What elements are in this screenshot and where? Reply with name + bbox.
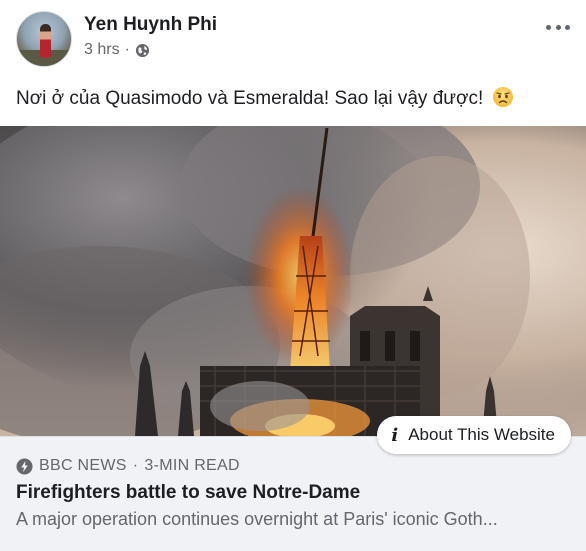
avatar-figure xyxy=(40,24,51,58)
post-header: Yen Huynh Phi 3 hrs · xyxy=(0,0,586,78)
link-preview-image[interactable] xyxy=(0,126,586,436)
avatar[interactable] xyxy=(16,11,72,67)
globe-icon[interactable] xyxy=(135,43,150,58)
post-text-content: Nơi ở của Quasimodo và Esmeralda! Sao lạ… xyxy=(16,88,484,109)
link-source: BBC NEWS xyxy=(39,457,127,474)
link-source-row: BBC NEWS · 3-MIN READ xyxy=(16,457,240,475)
author-name[interactable]: Yen Huynh Phi xyxy=(84,14,217,36)
more-options-icon[interactable] xyxy=(546,20,570,34)
about-website-button[interactable]: i About This Website xyxy=(377,416,571,454)
meta-separator: · xyxy=(124,41,130,58)
lightning-icon xyxy=(16,457,33,475)
link-title[interactable]: Firefighters battle to save Notre-Dame xyxy=(16,482,360,504)
post-text: Nơi ở của Quasimodo và Esmeralda! Sao lạ… xyxy=(16,86,576,112)
more-dot xyxy=(565,24,570,30)
link-read-time: 3-MIN READ xyxy=(144,457,240,474)
post-time[interactable]: 3 hrs xyxy=(84,41,120,59)
link-source-separator: · xyxy=(132,457,139,474)
post-meta: 3 hrs · xyxy=(84,41,150,59)
link-description: A major operation continues overnight at… xyxy=(16,509,498,529)
about-website-label: About This Website xyxy=(408,425,555,444)
worried-face-icon xyxy=(492,87,513,107)
more-dot xyxy=(555,24,561,30)
notre-dame-fire-illustration xyxy=(0,126,586,436)
info-icon: i xyxy=(391,424,399,446)
more-dot xyxy=(546,24,551,30)
